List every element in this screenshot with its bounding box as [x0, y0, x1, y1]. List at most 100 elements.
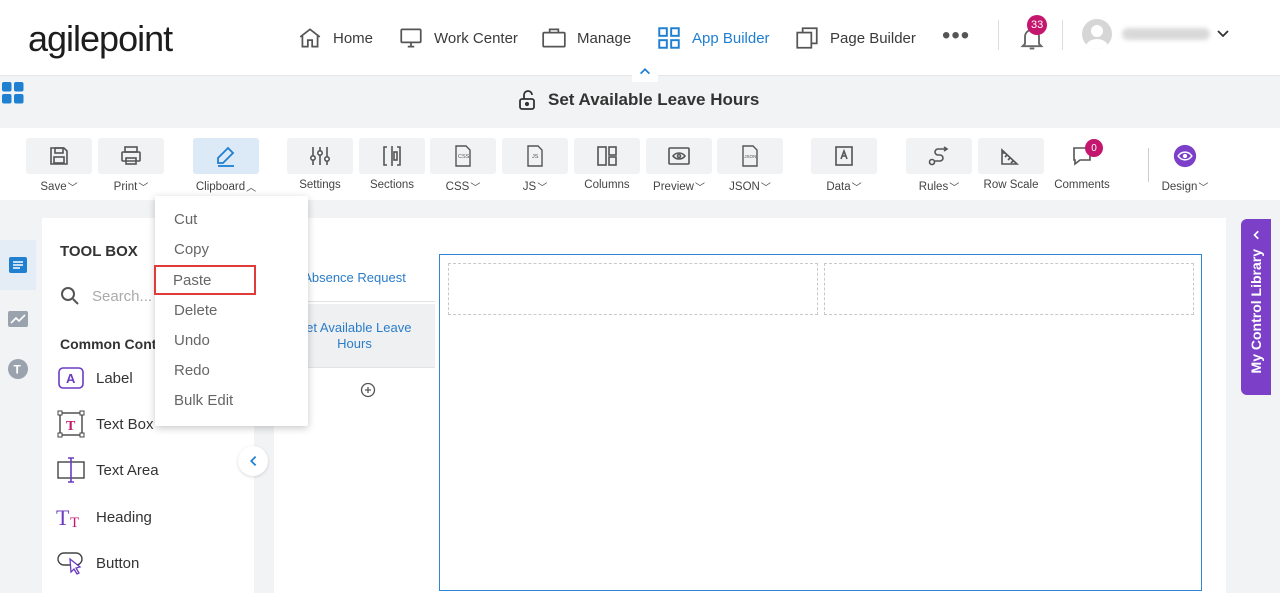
nav-app-builder[interactable]: App Builder: [656, 22, 770, 54]
design-label: Design: [1161, 180, 1198, 193]
search-input[interactable]: Search...: [92, 288, 152, 305]
form-cell[interactable]: [448, 263, 818, 315]
print-button[interactable]: Print ﹀: [98, 138, 164, 194]
menu-item-undo[interactable]: Undo: [155, 325, 308, 355]
toolbox-item-text-area[interactable]: Text Area: [56, 455, 159, 485]
js-button[interactable]: JS JS ﹀: [502, 138, 568, 194]
my-control-library-tab[interactable]: My Control Library: [1241, 219, 1271, 395]
svg-text:T: T: [56, 505, 70, 530]
css-file-icon: CSS: [455, 145, 471, 167]
pencil-icon: [217, 146, 235, 167]
svg-text:T: T: [70, 515, 79, 531]
unlock-icon[interactable]: [516, 88, 540, 112]
nav-work-center[interactable]: Work Center: [398, 22, 518, 54]
svg-text:JS: JS: [532, 154, 539, 160]
form-cell[interactable]: [824, 263, 1194, 315]
menu-item-delete[interactable]: Delete: [155, 295, 308, 325]
chevron-left-icon: [1253, 230, 1259, 240]
nav-page-builder[interactable]: Page Builder: [794, 22, 916, 54]
chevron-left-icon: [250, 456, 257, 466]
design-button[interactable]: Design ﹀: [1152, 138, 1218, 194]
toolbar-divider: [1148, 148, 1149, 182]
chevron-up-icon: ︿: [246, 183, 257, 194]
nav-page-builder-label: Page Builder: [830, 29, 916, 47]
form-title-text: Set Available Leave Hours: [548, 90, 760, 109]
svg-text:T: T: [14, 363, 22, 377]
columns-label: Columns: [584, 179, 630, 191]
collapse-toolbox-button[interactable]: [238, 446, 268, 476]
chevron-down-icon: ﹀: [138, 183, 149, 194]
chevron-down-icon: ﹀: [1198, 183, 1209, 194]
json-button[interactable]: JSON JSON ﹀: [717, 138, 783, 194]
collapse-header-button[interactable]: [632, 60, 658, 82]
nav-work-center-label: Work Center: [434, 29, 518, 47]
toolbox-list-icon: [9, 257, 27, 273]
search-icon: [61, 287, 79, 305]
preview-button[interactable]: Preview ﹀: [646, 138, 712, 194]
columns-icon: [597, 146, 617, 166]
save-label: Save: [40, 180, 67, 193]
save-icon: [50, 147, 68, 165]
svg-text:A: A: [66, 371, 76, 386]
nav-home[interactable]: Home: [297, 22, 373, 54]
settings-label: Settings: [299, 179, 341, 191]
grid-icon: [658, 27, 680, 49]
form-title: Set Available Leave Hours: [516, 88, 759, 112]
json-file-icon: JSON: [742, 145, 758, 167]
chevron-down-icon: ﹀: [949, 183, 960, 194]
comments-button[interactable]: Comments: [1049, 138, 1115, 191]
data-button[interactable]: Data ﹀: [811, 138, 877, 194]
menu-item-paste[interactable]: Paste: [154, 265, 256, 295]
ruler-icon: [1001, 148, 1020, 165]
sections-icon: [383, 146, 401, 166]
nav-manage[interactable]: Manage: [541, 22, 631, 54]
briefcase-icon: [542, 28, 566, 48]
js-file-icon: JS: [527, 145, 543, 167]
rail-toolbox[interactable]: [0, 240, 36, 290]
comments-label: Comments: [1054, 179, 1110, 191]
nav-manage-label: Manage: [577, 29, 632, 47]
row-scale-button[interactable]: Row Scale: [978, 138, 1044, 191]
more-menu-button[interactable]: •••: [942, 24, 970, 48]
avatar[interactable]: [1082, 19, 1112, 49]
menu-item-cut[interactable]: Cut: [155, 204, 308, 234]
toolbox-item-heading[interactable]: TT Heading: [56, 502, 152, 532]
rules-button[interactable]: Rules ﹀: [906, 138, 972, 194]
clipboard-button[interactable]: Clipboard ︿: [193, 138, 259, 194]
menu-item-copy[interactable]: Copy: [155, 234, 308, 264]
toolbox-item-label[interactable]: A Label: [56, 363, 133, 393]
textbox-icon: T: [57, 410, 85, 438]
agilepoint-logo[interactable]: agilepoint: [28, 18, 173, 60]
menu-item-redo[interactable]: Redo: [155, 355, 308, 385]
theme-t-icon: T: [8, 359, 28, 379]
chevron-down-icon: ﹀: [760, 183, 771, 194]
css-label: CSS: [445, 180, 470, 193]
menu-item-bulk-edit[interactable]: Bulk Edit: [155, 385, 308, 415]
label-icon: A: [58, 367, 84, 389]
toolbox-title: TOOL BOX: [60, 243, 138, 260]
svg-text:JSON: JSON: [744, 154, 756, 159]
settings-button[interactable]: Settings: [287, 138, 353, 191]
sections-button[interactable]: Sections: [359, 138, 425, 191]
chart-icon: [8, 311, 28, 327]
data-label: Data: [826, 180, 851, 193]
toolbox-search[interactable]: Search...: [60, 286, 152, 306]
toolbox-item-text-box[interactable]: T Text Box: [56, 409, 154, 439]
chevron-down-icon[interactable]: [1215, 25, 1231, 41]
rules-flow-icon: [928, 146, 949, 166]
sliders-icon: [309, 147, 330, 165]
rules-label: Rules: [918, 180, 949, 193]
form-design-area[interactable]: [439, 254, 1202, 591]
toolbox-item-button[interactable]: Button: [56, 548, 139, 578]
css-button[interactable]: CSS CSS ﹀: [430, 138, 496, 194]
add-page-icon[interactable]: [360, 382, 376, 398]
rail-theme[interactable]: T: [0, 344, 36, 394]
rail-analytics[interactable]: [0, 294, 36, 344]
save-button[interactable]: Save ﹀: [26, 138, 92, 194]
chevron-down-icon: ﹀: [851, 183, 862, 194]
user-name-blurred[interactable]: [1122, 28, 1210, 40]
button-icon: [57, 552, 83, 575]
columns-button[interactable]: Columns: [574, 138, 640, 191]
apps-grid-icon[interactable]: [2, 82, 24, 104]
svg-text:CSS: CSS: [458, 154, 470, 160]
